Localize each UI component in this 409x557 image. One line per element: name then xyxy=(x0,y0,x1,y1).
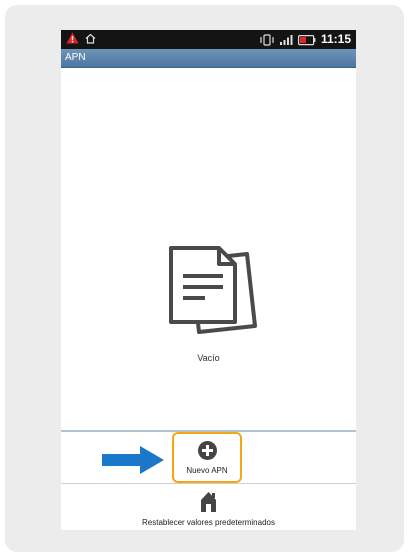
battery-icon xyxy=(297,34,316,45)
home-reset-icon xyxy=(201,492,216,512)
reset-defaults-button[interactable]: Restablecer valores predeterminados xyxy=(61,484,356,530)
page-title: APN xyxy=(65,52,86,63)
status-bar: 11:15 xyxy=(61,30,356,49)
signal-icon xyxy=(279,34,293,45)
clock: 11:15 xyxy=(320,32,351,46)
empty-state-label: Vacío xyxy=(197,353,220,363)
bottom-action-bar: Nuevo APN Restablecer valores predetermi… xyxy=(61,430,356,530)
documents-icon xyxy=(169,246,257,334)
title-bar: APN xyxy=(61,49,356,68)
new-apn-button[interactable]: Nuevo APN xyxy=(172,432,242,483)
home-icon xyxy=(85,33,96,44)
pointer-arrow-icon xyxy=(102,446,164,474)
status-left xyxy=(66,32,96,44)
new-apn-label: Nuevo APN xyxy=(186,466,228,475)
vibrate-icon xyxy=(260,33,274,46)
add-circle-icon xyxy=(198,441,217,460)
warning-icon xyxy=(66,32,79,44)
reset-defaults-label: Restablecer valores predeterminados xyxy=(142,518,275,527)
status-right: 11:15 xyxy=(260,32,351,47)
